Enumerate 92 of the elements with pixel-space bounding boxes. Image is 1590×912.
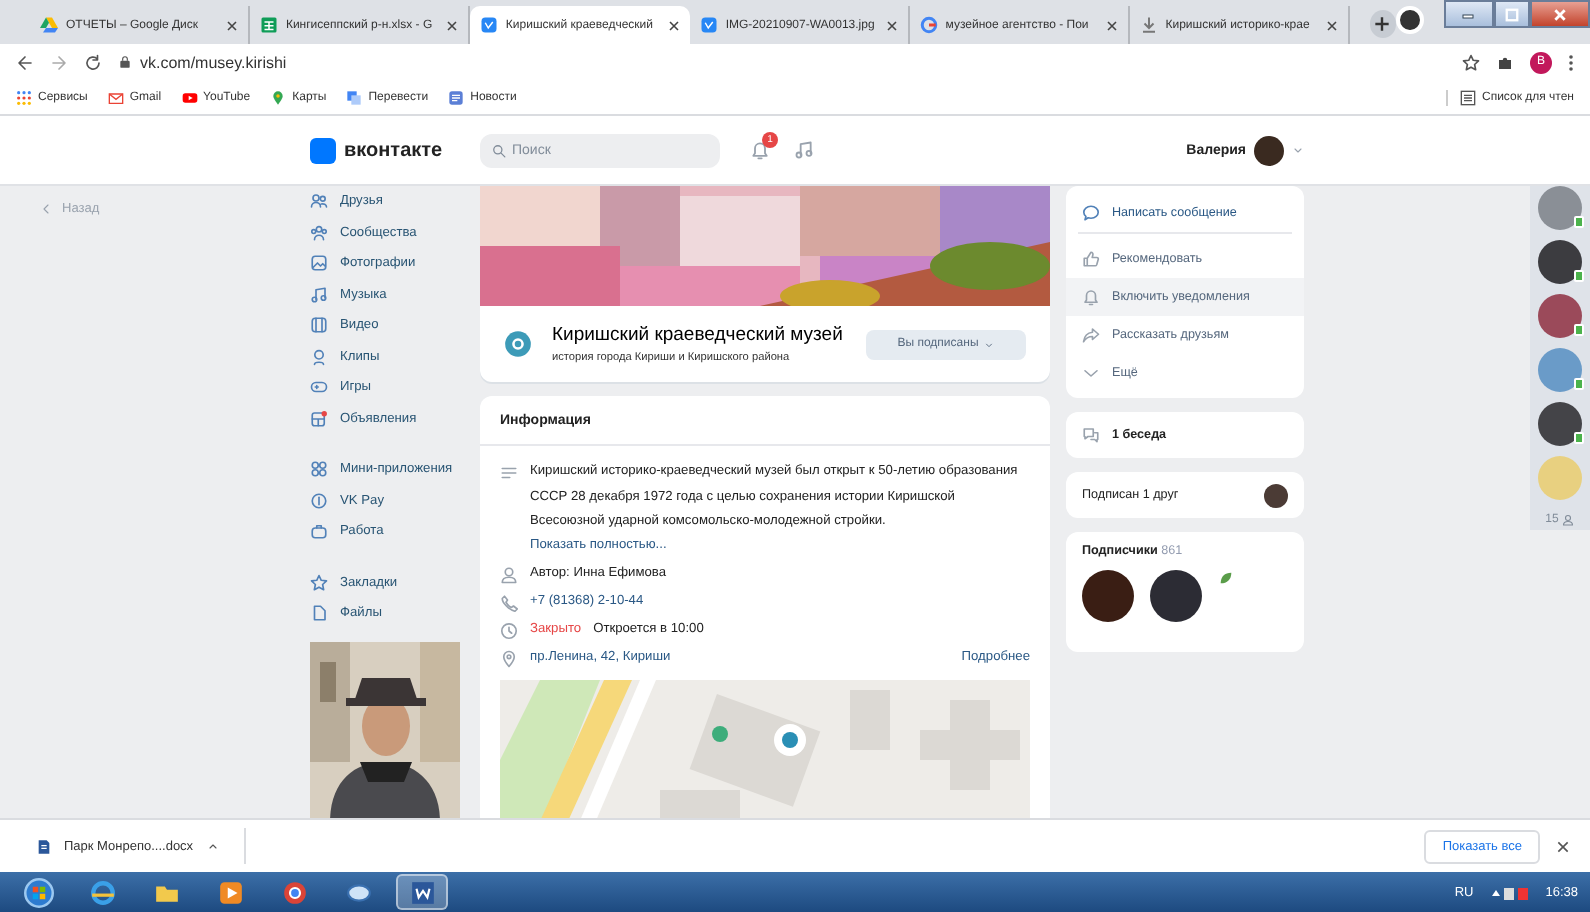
avatar[interactable] — [1538, 240, 1582, 284]
grid-icon — [310, 409, 328, 428]
circle-icon — [281, 879, 307, 905]
news-icon — [448, 89, 465, 105]
download-icon — [1139, 16, 1158, 34]
close-icon — [667, 19, 680, 31]
avatar[interactable] — [1082, 570, 1134, 622]
maximize-icon — [1503, 7, 1520, 21]
profile-button[interactable] — [1396, 6, 1424, 34]
app-icon — [699, 16, 718, 34]
close-icon — [1325, 19, 1338, 31]
user-avatar[interactable] — [1254, 135, 1284, 165]
chevron-icon — [984, 339, 995, 349]
speech-bubble-icon — [1082, 203, 1100, 221]
chevron-icon — [1082, 364, 1100, 382]
film-icon — [310, 316, 328, 335]
bell-icon — [1082, 288, 1100, 306]
logo-text[interactable]: вконтакте — [344, 139, 443, 161]
thumbs-up-icon — [1082, 250, 1100, 268]
lines-icon — [500, 464, 518, 482]
circle-icon — [919, 16, 938, 34]
location-pin-icon — [500, 649, 518, 668]
chevron-left-icon — [40, 202, 52, 216]
close-icon — [1105, 19, 1118, 31]
leaf-icon — [1218, 570, 1234, 586]
star-icon — [1462, 53, 1480, 71]
star-icon — [310, 573, 328, 592]
person-icon — [1562, 514, 1575, 526]
plus-icon — [1374, 16, 1391, 32]
list-icon — [1459, 89, 1476, 105]
close-icon — [1551, 7, 1568, 21]
document-icon — [409, 879, 435, 905]
close-button[interactable] — [1529, 0, 1590, 28]
online-indicator — [1574, 378, 1584, 390]
spreadsheet-icon — [259, 16, 278, 34]
minimize-button[interactable] — [1443, 0, 1494, 28]
lock-icon — [118, 54, 132, 70]
app-icon — [479, 16, 498, 34]
forward-icon — [50, 53, 68, 71]
phone-icon — [500, 593, 518, 612]
pin-icon — [270, 89, 287, 105]
avatar[interactable] — [1150, 570, 1202, 622]
apps-icon — [310, 460, 328, 479]
briefcase-icon — [310, 522, 328, 541]
taskbar-app[interactable] — [396, 874, 448, 910]
group-name: Киришский краеведческий музей — [552, 324, 845, 346]
file-icon — [310, 604, 328, 623]
new-tab-button[interactable] — [1369, 10, 1397, 38]
gamepad-icon — [310, 378, 328, 397]
maximize-button[interactable] — [1493, 0, 1530, 28]
bell-icon — [750, 140, 770, 160]
chevron-up-icon — [205, 840, 220, 852]
people-icon — [310, 192, 328, 211]
browser-icon — [89, 879, 115, 905]
online-indicator — [1574, 270, 1584, 282]
avatar — [1264, 483, 1288, 507]
back-icon — [16, 53, 34, 71]
people-icon — [310, 223, 328, 242]
chat-icon — [1082, 426, 1100, 444]
logo-icon[interactable] — [310, 137, 336, 163]
avatar[interactable] — [1538, 402, 1582, 446]
envelope-icon — [107, 89, 124, 105]
document-icon — [36, 837, 52, 855]
share-arrow-icon — [1082, 326, 1100, 344]
play-icon — [217, 879, 243, 905]
chevron-icon — [1292, 144, 1304, 156]
minimize-icon — [1460, 8, 1477, 20]
search-icon — [492, 143, 506, 157]
close-icon — [885, 19, 898, 31]
apps-icon — [16, 89, 32, 105]
translate-icon — [346, 89, 363, 105]
windows-orb-icon — [23, 877, 53, 907]
music-note-icon — [310, 285, 328, 304]
image-icon — [310, 254, 328, 273]
music-note-icon — [794, 140, 814, 160]
online-indicator — [1574, 432, 1584, 444]
triangle-icon — [40, 16, 58, 34]
close-icon — [225, 19, 238, 31]
tray-icons — [1489, 884, 1530, 900]
coin-icon — [310, 491, 328, 510]
menu-icon — [1568, 53, 1574, 71]
online-indicator — [1574, 324, 1584, 336]
online-indicator — [1574, 216, 1584, 228]
logo-icon — [504, 330, 532, 358]
person-icon — [500, 565, 518, 584]
address-field[interactable]: vk.com/musey.kirishi — [118, 53, 1446, 71]
play-icon — [181, 89, 198, 105]
close-icon — [445, 19, 458, 31]
speech-bubble-icon — [345, 879, 371, 905]
close-icon — [1556, 839, 1570, 853]
reload-icon — [84, 53, 102, 71]
clock-icon — [500, 621, 518, 640]
